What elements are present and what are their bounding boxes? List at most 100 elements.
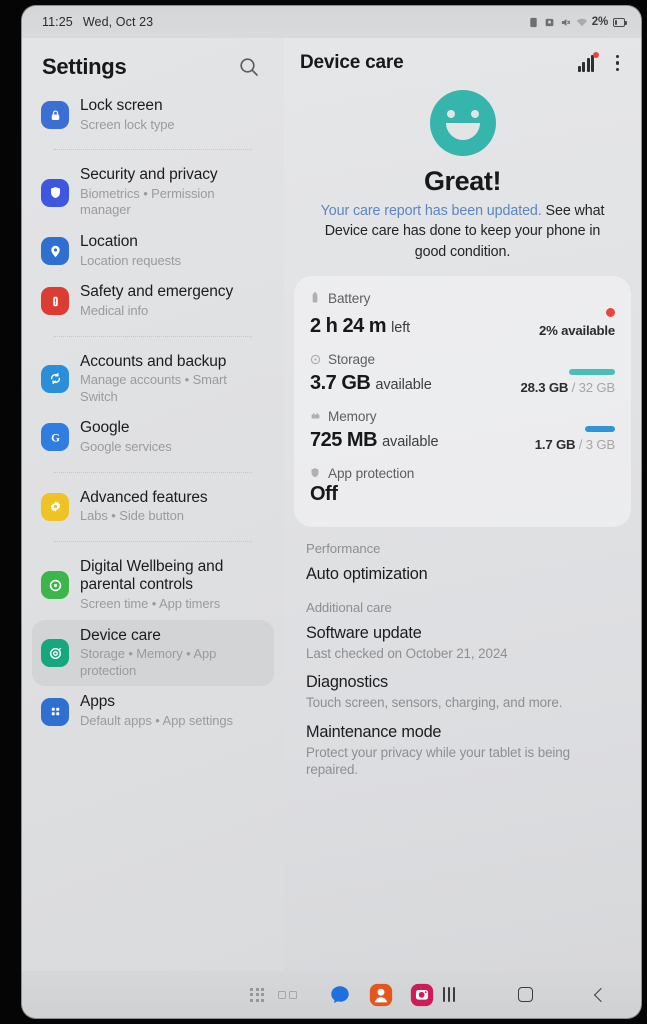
sim-card-icon <box>528 17 539 28</box>
list-item-maintenance-mode[interactable]: Maintenance mode Protect your privacy whi… <box>284 714 641 781</box>
list-item-subtitle: Touch screen, sensors, charging, and mor… <box>306 695 563 711</box>
sidebar-item-sublabel: Storage • Memory • App protection <box>80 646 217 678</box>
settings-sidebar: Settings Lock screen Screen lock type Secu… <box>22 38 284 971</box>
sidebar-item-label: Apps <box>80 693 115 711</box>
list-item-title: Maintenance mode <box>306 722 442 741</box>
search-icon[interactable] <box>238 56 260 78</box>
status-row-total: / 3 GB <box>575 436 615 452</box>
status-row-memory[interactable]: Memory 725 MB available 1.7 GB / 3 GB <box>308 404 617 461</box>
care-hero: Great! Your care report has been updated… <box>284 84 641 262</box>
recents-button[interactable] <box>436 982 462 1008</box>
more-options-icon[interactable] <box>615 54 619 72</box>
status-row-meta: 2% available <box>538 322 615 338</box>
usage-chart-icon[interactable] <box>577 52 599 72</box>
google-g-icon: G <box>41 423 69 452</box>
status-usage-bar <box>585 425 615 432</box>
sync-icon <box>41 364 69 393</box>
status-row-storage[interactable]: Storage 3.7 GB available 28.3 GB / 32 GB <box>308 347 617 404</box>
main-title: Device care <box>300 52 404 73</box>
care-status-title: Great! <box>423 166 502 196</box>
list-item-auto-optimization[interactable]: Auto optimization <box>284 556 641 586</box>
status-usage-bar <box>569 368 615 375</box>
status-row-value: 3.7 GB <box>310 371 371 394</box>
apps-grid-icon[interactable] <box>250 987 264 1002</box>
status-row-label: App protection <box>328 465 415 481</box>
sidebar-item-sublabel: Labs • Side button <box>80 508 184 524</box>
sidebar-item-location[interactable]: Location Location requests <box>32 226 274 276</box>
sidebar-item-label: Safety and emergency <box>80 283 234 301</box>
notification-dot <box>592 52 599 58</box>
sidebar-item-apps[interactable]: Apps Default apps • App settings <box>32 686 274 736</box>
status-indicator-dot <box>606 307 615 317</box>
sidebar-header: Settings <box>22 38 284 90</box>
instagram-app-icon[interactable] <box>408 981 436 1009</box>
svg-text:G: G <box>51 432 60 444</box>
battery-icon <box>613 17 627 27</box>
sidebar-item-digital-wellbeing-and-parental-controls[interactable]: Digital Wellbeing and parental controls S… <box>32 551 274 620</box>
list-item-title: Auto optimization <box>306 564 428 583</box>
status-row-unit: available <box>375 376 432 393</box>
sidebar-item-security-and-privacy[interactable]: Security and privacy Biometrics • Permiss… <box>32 159 274 226</box>
sidebar-item-advanced-features[interactable]: Advanced features Labs • Side button <box>32 482 274 532</box>
device-frame: 11:25 Wed, Oct 23 2% Settings Lock scree… <box>0 0 647 1024</box>
sidebar-item-sublabel: Location requests <box>80 252 181 268</box>
page-title: Settings <box>42 54 127 79</box>
mute-icon <box>560 17 571 28</box>
sidebar-item-google[interactable]: G Google Google services <box>32 412 274 462</box>
location-pin-icon <box>41 237 69 266</box>
list-item-software-update[interactable]: Software update Last checked on October 2… <box>284 615 641 664</box>
sidebar-item-sublabel: Screen lock type <box>80 116 175 132</box>
emergency-icon <box>41 287 69 316</box>
status-row-battery[interactable]: Battery 2 h 24 m left 2% available <box>308 286 617 347</box>
list-item-diagnostics[interactable]: Diagnostics Touch screen, sensors, chargi… <box>284 664 641 713</box>
lock-icon <box>41 101 69 130</box>
contacts-app-icon[interactable] <box>367 981 395 1009</box>
sidebar-item-sublabel: Default apps • App settings <box>80 713 233 729</box>
home-button[interactable] <box>512 982 538 1008</box>
tablet-screen: 11:25 Wed, Oct 23 2% Settings Lock scree… <box>22 6 641 1018</box>
status-row-unit: left <box>391 319 411 336</box>
gear-star-icon <box>41 492 69 521</box>
sidebar-item-lock-screen[interactable]: Lock screen Screen lock type <box>32 90 274 140</box>
status-row-unit: available <box>382 433 439 450</box>
device-status-card: Battery 2 h 24 m left 2% available Storage 3… <box>294 275 631 527</box>
back-button[interactable] <box>588 982 614 1008</box>
care-report-highlight: Your care report has been updated. <box>320 203 542 219</box>
status-row-label: Storage <box>328 351 375 367</box>
messenger-app-icon[interactable] <box>326 981 354 1009</box>
sidebar-item-sublabel: Google services <box>80 438 172 454</box>
wifi-icon <box>576 17 587 28</box>
section-label: Additional care <box>306 599 392 615</box>
sidebar-item-label: Location <box>80 233 138 251</box>
sidebar-item-device-care[interactable]: Device care Storage • Memory • App protec… <box>32 619 274 687</box>
happy-face-icon <box>429 90 496 156</box>
status-row-meta: 1.7 GB <box>534 436 576 452</box>
sidebar-divider <box>54 335 252 337</box>
battery-icon <box>310 292 321 305</box>
wellbeing-icon <box>41 571 69 600</box>
sidebar-divider <box>54 540 252 542</box>
sidebar-divider <box>54 149 252 151</box>
sidebar-item-safety-and-emergency[interactable]: Safety and emergency Medical info <box>32 276 274 326</box>
status-bar: 11:25 Wed, Oct 23 2% <box>22 6 641 38</box>
status-row-value: Off <box>310 482 338 505</box>
list-item-title: Diagnostics <box>306 673 388 692</box>
sidebar-item-label: Digital Wellbeing and parental controls <box>80 557 224 594</box>
sidebar-item-label: Security and privacy <box>80 166 218 184</box>
recent-apps-icon[interactable] <box>278 988 298 1002</box>
status-row-total: / 32 GB <box>568 379 616 395</box>
app-protection-icon <box>310 467 321 480</box>
status-row-meta: 28.3 GB <box>520 379 569 395</box>
status-row-app-protection[interactable]: App protection Off <box>308 461 617 515</box>
sidebar-item-label: Device care <box>80 626 161 644</box>
care-sections: Performance Auto optimization Additional c… <box>284 527 641 781</box>
shield-icon <box>41 178 69 207</box>
care-status-description: Your care report has been updated. See w… <box>304 201 621 262</box>
sidebar-item-accounts-and-backup[interactable]: Accounts and backup Manage accounts • Sma… <box>32 346 274 413</box>
list-item-title: Software update <box>306 623 422 642</box>
sidebar-item-sublabel: Manage accounts • Smart Switch <box>80 372 227 404</box>
sidebar-item-sublabel: Screen time • App timers <box>80 595 221 611</box>
sidebar-item-label: Accounts and backup <box>80 352 227 370</box>
status-row-label: Memory <box>328 408 377 424</box>
sidebar-item-label: Lock screen <box>80 97 163 114</box>
